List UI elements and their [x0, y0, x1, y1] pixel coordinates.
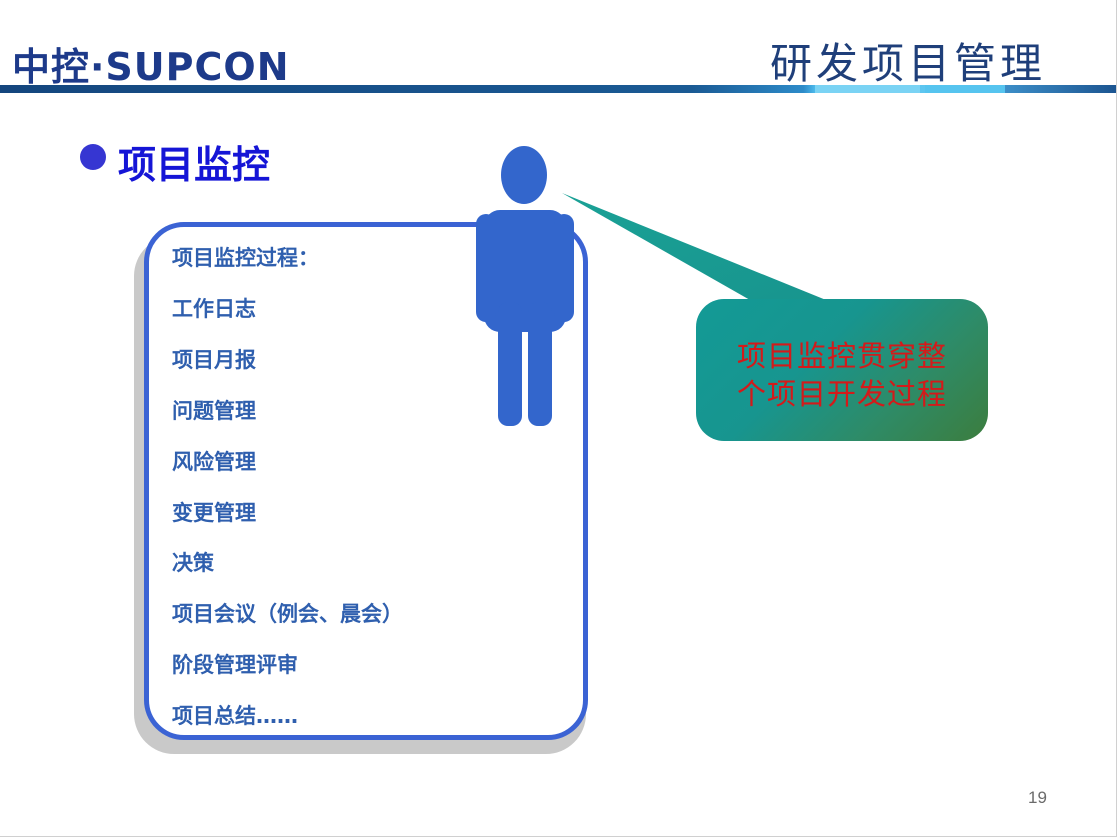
slide: 中控·SUPCON 研发项目管理 项目监控 项目监控过程： 工作日志 项目月报 …	[0, 0, 1117, 837]
callout-box: 项目监控贯穿整 个项目开发过程	[696, 299, 988, 441]
callout-line-1: 项目监控贯穿整	[736, 339, 947, 373]
page-number: 19	[1028, 788, 1047, 807]
callout-line-2: 个项目开发过程	[736, 377, 947, 411]
person-icon	[476, 146, 574, 426]
